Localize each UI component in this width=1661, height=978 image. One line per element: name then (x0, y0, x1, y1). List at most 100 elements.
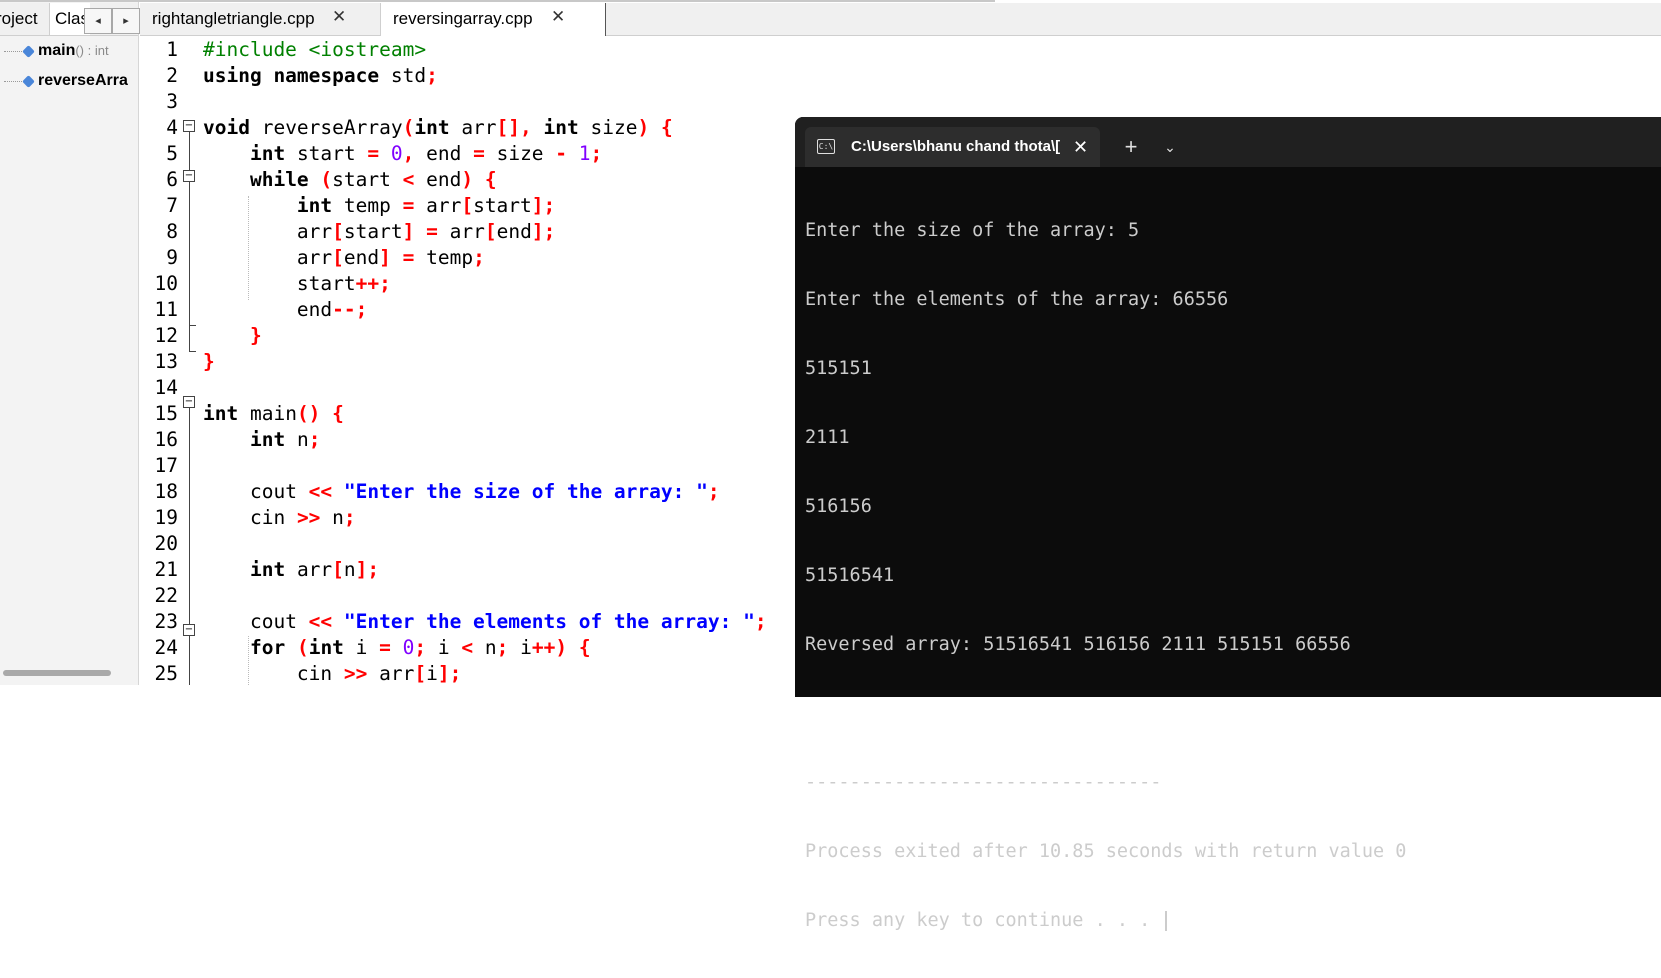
identifier: n (473, 636, 497, 659)
close-icon[interactable]: ✕ (1073, 127, 1088, 167)
keyword: int (249, 142, 286, 165)
tab-project[interactable]: roject (0, 3, 49, 35)
code-line-2[interactable]: using namespace std; (203, 63, 438, 89)
identifier: end (296, 298, 333, 321)
code-line-8[interactable]: arr[start] = arr[end]; (203, 219, 555, 245)
keyword: int (249, 428, 286, 451)
fold-end (189, 325, 196, 326)
fold-toggle-icon[interactable]: − (183, 624, 195, 636)
line-number: 9 (166, 246, 178, 269)
code-line-15[interactable]: int main() { (203, 401, 344, 427)
terminal-tab[interactable]: C:\ C:\Users\bhanu chand thota\[ ✕ (805, 127, 1100, 167)
horizontal-scrollbar[interactable] (3, 670, 111, 676)
class-browser-panel: roject Clas ◂ ▸ main() : int reverseArra (0, 0, 140, 685)
line-number: 17 (154, 454, 178, 477)
identifier: n (285, 428, 309, 451)
tab-scroll-left-button[interactable]: ◂ (84, 8, 112, 34)
identifier: arr (367, 662, 415, 685)
code-line-19[interactable]: cin >> n; (203, 505, 356, 531)
line-number: 2 (166, 64, 178, 87)
keyword: void (203, 116, 250, 139)
code-line-12[interactable]: } (203, 323, 262, 349)
symbol: ) { (461, 168, 497, 191)
code-line-11[interactable]: end--; (203, 297, 367, 323)
identifier: cout (249, 480, 309, 503)
line-number: 19 (154, 506, 178, 529)
number: 0 (402, 636, 415, 659)
symbol: ]; (531, 220, 556, 243)
symbol: ; (496, 636, 509, 659)
line-number: 6 (166, 168, 178, 191)
tree-item-main[interactable]: main() : int (0, 40, 138, 62)
symbol: [ (414, 662, 427, 685)
file-tab-reversingarray[interactable]: reversingarray.cpp ✕ (380, 3, 606, 36)
tab-scroll-right-button[interactable]: ▸ (112, 8, 140, 34)
identifier: n (343, 558, 356, 581)
line-number: 5 (166, 142, 178, 165)
code-line-24[interactable]: for (int i = 0; i < n; i++) { (203, 635, 591, 661)
identifier: cin (296, 662, 344, 685)
identifier: arr (285, 558, 333, 581)
identifier: arr (449, 116, 497, 139)
fold-toggle-icon[interactable]: − (183, 396, 195, 408)
tree-item-reversearray[interactable]: reverseArra (0, 70, 138, 92)
line-number: 20 (154, 532, 178, 555)
file-tab-rightangletriangle[interactable]: rightangletriangle.cpp ✕ (152, 3, 370, 35)
fold-toggle-icon[interactable]: − (183, 120, 195, 132)
close-icon[interactable]: ✕ (332, 1, 346, 33)
code-line-18[interactable]: cout << "Enter the size of the array: "; (203, 479, 720, 505)
line-number: 4 (166, 116, 178, 139)
code-line-5[interactable]: int start = 0, end = size - 1; (203, 141, 602, 167)
terminal-line: Press any key to continue . . . (805, 910, 1162, 931)
code-line-25[interactable]: cin >> arr[i]; (203, 661, 461, 687)
terminal-window[interactable]: C:\ C:\Users\bhanu chand thota\[ ✕ + ⌄ E… (795, 117, 1661, 931)
keyword: int (414, 116, 450, 139)
terminal-tab-title: C:\Users\bhanu chand thota\[ (851, 138, 1061, 155)
symbol: , (402, 142, 415, 165)
symbol: >> (343, 662, 368, 685)
symbol: = (426, 220, 438, 243)
code-line-10[interactable]: start++; (203, 271, 391, 297)
code-line-9[interactable]: arr[end] = temp; (203, 245, 485, 271)
line-number: 3 (166, 90, 178, 113)
code-line-6[interactable]: while (start < end) { (203, 167, 497, 193)
terminal-output[interactable]: Enter the size of the array: 5 Enter the… (805, 173, 1661, 978)
symbol: ( (296, 636, 309, 659)
identifier: cout (249, 610, 309, 633)
symbol: ; (308, 428, 321, 451)
symbol: ]; (355, 558, 380, 581)
chevron-down-icon[interactable]: ⌄ (1155, 129, 1185, 165)
line-number: 15 (154, 402, 178, 425)
identifier: main (238, 402, 297, 425)
code-line-13[interactable]: } (203, 349, 215, 375)
symbol: --; (332, 298, 368, 321)
code-line-7[interactable]: int temp = arr[start]; (203, 193, 555, 219)
code-line-21[interactable]: int arr[n]; (203, 557, 379, 583)
code-line-16[interactable]: int n; (203, 427, 320, 453)
line-number: 10 (154, 272, 178, 295)
number: 0 (390, 142, 403, 165)
identifier: i (343, 636, 380, 659)
symbol: ) { (637, 116, 673, 139)
identifier: arr (414, 194, 462, 217)
code-line-23[interactable]: cout << "Enter the elements of the array… (203, 609, 767, 635)
terminal-line: 51516541 (805, 565, 895, 586)
code-line-4[interactable]: void reverseArray(int arr[], int size) { (203, 115, 673, 141)
identifier: start (473, 194, 532, 217)
symbol: ] (402, 220, 415, 243)
close-icon[interactable]: ✕ (551, 1, 565, 33)
identifier: end (496, 220, 532, 243)
identifier: size (484, 142, 556, 165)
code-line-1[interactable]: #include <iostream> (203, 37, 426, 63)
identifier: start (296, 272, 356, 295)
terminal-line: Process exited after 10.85 seconds with … (805, 841, 1407, 862)
new-tab-button[interactable]: + (1113, 129, 1149, 165)
symbol: ; (590, 142, 603, 165)
identifier: reverseArray (249, 116, 403, 139)
top-divider (0, 0, 995, 2)
fold-toggle-icon[interactable]: − (183, 170, 195, 182)
terminal-line: 516156 (805, 496, 872, 517)
symbol: = (402, 246, 415, 269)
symbol: ]; (531, 194, 556, 217)
